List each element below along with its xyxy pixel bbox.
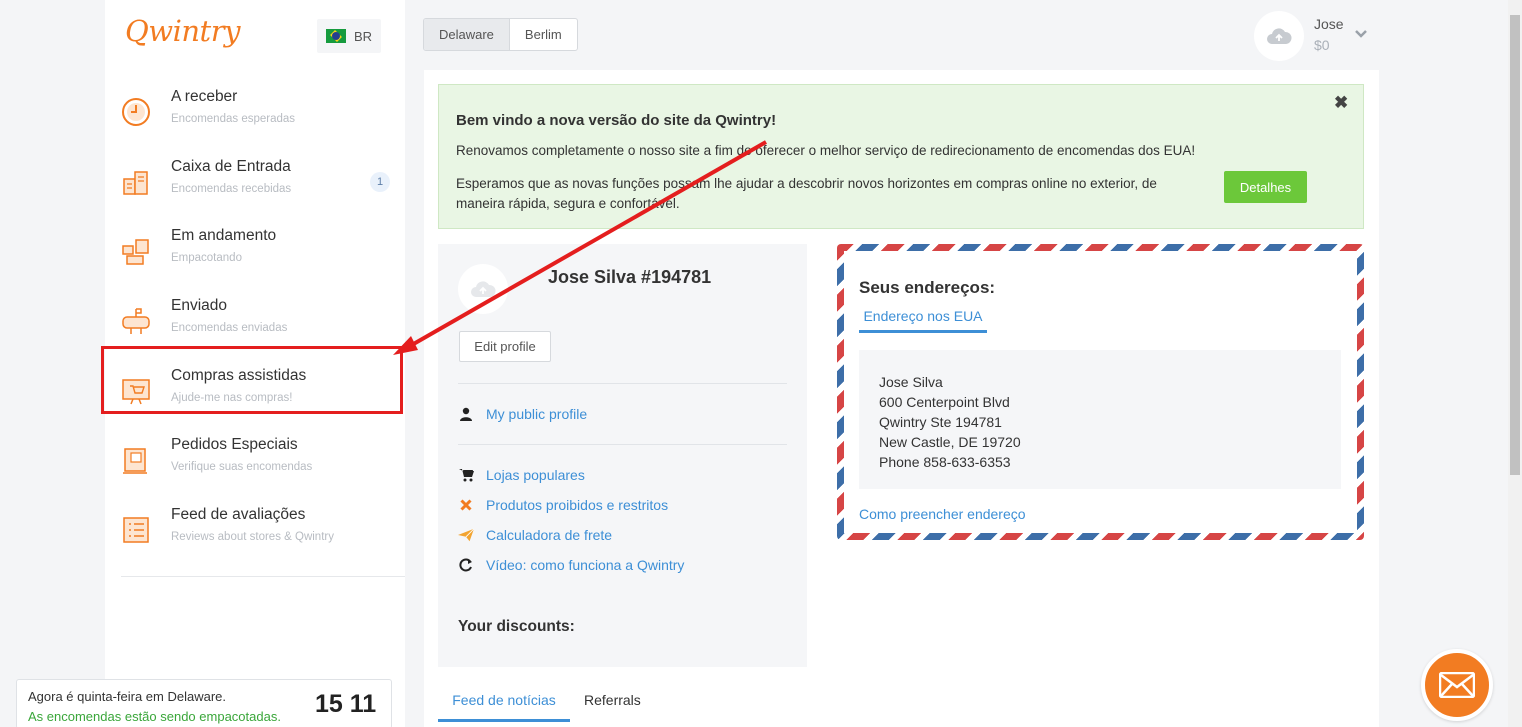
link-label: Produtos proibidos e restritos — [486, 497, 669, 513]
addresses-heading: Seus endereços: — [859, 278, 996, 297]
sidebar-item-pedidos-especiais[interactable]: Pedidos Especiais Verifique suas encomen… — [105, 432, 405, 498]
profile-name: Jose Silva #194781 — [548, 267, 712, 287]
warehouse-tabs: Delaware Berlim — [423, 18, 578, 51]
address-line: Phone 858-633-6353 — [879, 454, 1011, 470]
welcome-text: Esperamos que as novas funções possam lh… — [456, 176, 1157, 211]
popular-stores-link[interactable]: Lojas populares — [458, 465, 585, 485]
divider — [458, 383, 787, 384]
address-line: 600 Centerpoint Blvd — [879, 394, 1010, 410]
cloud-upload-icon — [471, 281, 496, 297]
sidebar-item-label: Enviado — [171, 297, 228, 314]
sidebar-item-label: A receber — [171, 88, 238, 105]
clock-icon — [122, 98, 150, 126]
sidebar-item-sublabel: Empacotando — [171, 252, 242, 264]
sidebar-item-sublabel: Encomendas enviadas — [171, 322, 288, 334]
sidebar-item-feed-de-avaliacoes[interactable]: Feed de avaliações Reviews about stores … — [105, 502, 405, 568]
sidebar-item-em-andamento[interactable]: Em andamento Empacotando — [105, 223, 405, 289]
tab-berlim[interactable]: Berlim — [510, 19, 577, 50]
profile-card: Jose Silva #194781 Edit profile My publi… — [438, 244, 807, 667]
clock-status-text: As encomendas estão sendo empacotadas. — [28, 709, 281, 724]
discounts-heading: Your discounts: — [458, 618, 575, 635]
prohibited-products-link[interactable]: Produtos proibidos e restritos — [458, 495, 668, 515]
welcome-title: Bem vindo a nova versão do site da Qwint… — [456, 112, 777, 129]
link-label: My public profile — [486, 406, 588, 422]
link-label: Calculadora de frete — [486, 527, 613, 543]
language-selector[interactable]: BR — [317, 19, 381, 53]
how-to-fill-address-link[interactable]: Como preencher endereço — [859, 506, 1026, 522]
paper-plane-icon — [458, 527, 474, 543]
tab-us-address[interactable]: Endereço nos EUA — [859, 301, 987, 333]
brazil-flag-icon — [325, 29, 346, 43]
sidebar-item-sublabel: Encomendas esperadas — [171, 113, 296, 125]
sidebar-item-sublabel: Encomendas recebidas — [171, 183, 292, 195]
cart-icon — [458, 467, 474, 483]
inbox-count-badge: 1 — [370, 172, 390, 192]
address-card: Seus endereços: Endereço nos EUA Jose Si… — [837, 244, 1364, 540]
inbox-boxes-icon — [123, 171, 148, 195]
public-profile-link[interactable]: My public profile — [458, 404, 587, 424]
address-card-body: Seus endereços: Endereço nos EUA Jose Si… — [844, 251, 1357, 533]
how-it-works-video-link[interactable]: Vídeo: como funciona a Qwintry — [458, 555, 684, 575]
sidebar-divider — [121, 576, 405, 577]
contact-mail-button[interactable] — [1421, 649, 1493, 721]
details-button[interactable]: Detalhes — [1224, 171, 1307, 203]
edit-profile-button[interactable]: Edit profile — [459, 331, 551, 362]
warehouse-clock-widget: Agora é quinta-feira em Delaware. As enc… — [16, 679, 392, 727]
address-line: Qwintry Ste 194781 — [879, 414, 1002, 430]
divider — [458, 444, 787, 445]
user-avatar[interactable] — [1254, 11, 1304, 61]
sidebar-item-sublabel: Reviews about stores & Qwintry — [171, 531, 334, 543]
user-icon — [458, 406, 474, 422]
refresh-icon — [458, 557, 474, 573]
tab-news-feed[interactable]: Feed de notícias — [438, 689, 570, 722]
packing-icon — [122, 239, 149, 265]
address-line: New Castle, DE 19720 — [879, 434, 1021, 450]
sidebar-item-caixa-de-entrada[interactable]: Caixa de Entrada Encomendas recebidas 1 — [105, 154, 405, 220]
link-label: Vídeo: como funciona a Qwintry — [486, 557, 685, 573]
sidebar-item-sublabel: Verifique suas encomendas — [171, 461, 313, 473]
user-name[interactable]: Jose — [1314, 16, 1344, 32]
clock-time: 15 11 — [315, 690, 377, 718]
reviews-list-icon — [123, 517, 149, 543]
user-balance: $0 — [1314, 37, 1330, 53]
link-label: Lojas populares — [486, 467, 585, 483]
sidebar-item-label: Em andamento — [171, 227, 277, 244]
shipping-calculator-link[interactable]: Calculadora de frete — [458, 525, 612, 545]
close-icon[interactable]: ✖ — [1334, 93, 1348, 113]
sidebar-item-a-receber[interactable]: A receber Encomendas esperadas — [105, 84, 405, 150]
cloud-upload-icon — [1267, 28, 1292, 44]
special-orders-icon — [123, 448, 147, 474]
sidebar-item-label: Caixa de Entrada — [171, 158, 291, 175]
tab-referrals[interactable]: Referrals — [584, 689, 641, 708]
scrollbar-thumb[interactable] — [1510, 15, 1520, 475]
language-code: BR — [353, 28, 373, 44]
sidebar-item-label: Feed de avaliações — [171, 506, 306, 523]
welcome-banner: Bem vindo a nova versão do site da Qwint… — [438, 84, 1364, 229]
sidebar-item-label: Pedidos Especiais — [171, 436, 298, 453]
profile-avatar[interactable] — [458, 264, 508, 314]
mailbox-icon — [122, 308, 150, 334]
envelope-icon — [1439, 672, 1475, 698]
address-line: Jose Silva — [879, 374, 943, 390]
qwintry-logo[interactable]: Qwintry — [125, 14, 240, 48]
page-scrollbar[interactable] — [1508, 0, 1522, 727]
chevron-down-icon[interactable] — [1353, 26, 1369, 42]
tab-delaware[interactable]: Delaware — [424, 19, 510, 50]
annotation-highlight-box — [101, 346, 403, 414]
welcome-text: Renovamos completamente o nosso site a f… — [456, 143, 1196, 158]
us-address-block: Jose Silva 600 Centerpoint Blvd Qwintry … — [859, 350, 1341, 489]
clock-day-text: Agora é quinta-feira em Delaware. — [28, 689, 226, 704]
x-mark-icon — [458, 497, 474, 513]
